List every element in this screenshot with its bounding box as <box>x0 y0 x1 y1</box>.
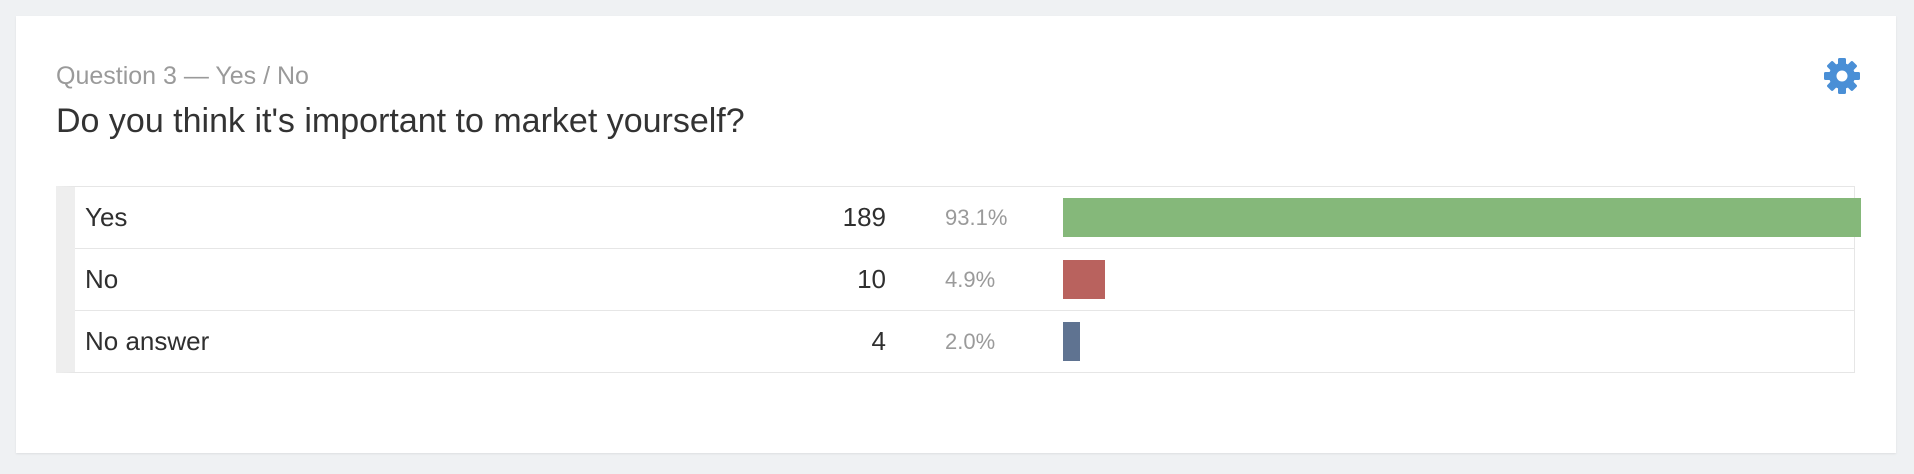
answer-percent: 2.0% <box>945 329 996 354</box>
answer-label: No <box>85 264 119 294</box>
answer-row-yes: Yes 189 93.1% <box>75 187 1861 249</box>
question-card: Question 3 — Yes / No Do you think it's … <box>16 16 1896 453</box>
answer-bar <box>1063 260 1105 299</box>
answer-percent: 4.9% <box>945 267 996 292</box>
answer-label: Yes <box>85 202 128 232</box>
answer-bar-track <box>1063 322 1861 361</box>
question-title: Do you think it's important to market yo… <box>56 102 745 140</box>
answer-count: 10 <box>857 264 886 294</box>
answers-table: Yes 189 93.1% No 10 4.9% No answer 4 2.0… <box>56 186 1861 373</box>
answer-row-no: No 10 4.9% <box>75 249 1854 311</box>
answer-bar-track <box>1063 198 1861 237</box>
answer-count: 189 <box>842 202 886 232</box>
question-subtitle: Question 3 — Yes / No <box>56 62 309 90</box>
answer-row-no-answer: No answer 4 2.0% <box>75 311 1854 372</box>
answer-count: 4 <box>871 326 886 356</box>
answer-bar <box>1063 198 1861 237</box>
answer-bar <box>1063 322 1081 361</box>
settings-button[interactable] <box>1822 56 1862 96</box>
answer-percent: 93.1% <box>945 205 1008 230</box>
answer-bar-track <box>1063 260 1861 299</box>
gear-icon <box>1824 58 1860 94</box>
answer-label: No answer <box>85 326 210 356</box>
